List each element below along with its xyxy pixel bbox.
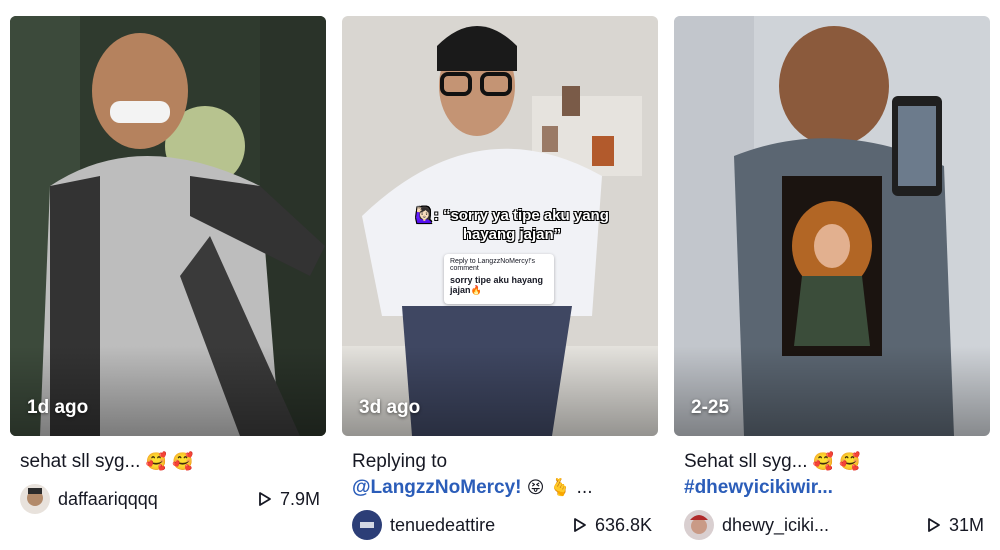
video-meta: tenuedeattire 636.8K [352,509,652,541]
play-icon [259,492,271,506]
avatar[interactable] [20,484,50,514]
video-caption[interactable]: Sehat sll syg... 🥰 🥰 #dhewyicikiwir... [684,449,980,501]
video-overlay-text: 🙋🏻‍♀️: “sorry ya tipe aku yang hayang ja… [415,207,609,243]
video-meta: dhewy_iciki... 31M [684,509,984,541]
video-thumbnail[interactable]: 2-25 [674,16,990,436]
view-count-value: 636.8K [594,514,652,535]
play-icon [928,518,940,532]
video-card-3[interactable]: 2-25 Sehat sll syg... 🥰 🥰 #dhewyicikiwir… [674,16,990,541]
reply-comment-sticker: Reply to LangzzNoMercy!'s comment sorry … [444,254,554,304]
reply-text: sorry tipe aku hayang jajan🔥 [450,275,544,295]
video-thumbnail[interactable]: 🙋🏻‍♀️: “sorry ya tipe aku yang hayang ja… [342,16,658,436]
view-count: 7.9M [258,489,320,510]
caption-emoji: 😝 🫰 ... [526,478,593,498]
caption-text: Sehat sll syg... [684,451,808,472]
video-date: 2-25 [691,397,730,418]
avatar[interactable] [352,510,382,540]
avatar[interactable] [684,510,714,540]
caption-emoji: 🥰 🥰 [145,452,194,472]
video-caption[interactable]: Replying to @LangzzNoMercy! 😝 🫰 ... [352,449,648,501]
caption-text: sehat sll syg... [20,451,141,472]
username[interactable]: tenuedeattire [390,515,573,536]
video-card-1[interactable]: 1d ago sehat sll syg... 🥰 🥰 daffaariqqqq… [10,16,326,515]
video-date: 3d ago [359,397,421,418]
view-count: 31M [927,515,984,536]
video-meta: daffaariqqqq 7.9M [20,483,320,515]
video-card-2[interactable]: 🙋🏻‍♀️: “sorry ya tipe aku yang hayang ja… [342,16,658,541]
caption-mention[interactable]: @LangzzNoMercy! [352,477,522,498]
video-date: 1d ago [27,397,89,418]
caption-text: Replying to [352,451,448,472]
caption-emoji: 🥰 🥰 [812,452,861,472]
username[interactable]: dhewy_iciki... [722,515,927,536]
view-count: 636.8K [573,515,652,536]
caption-hashtag[interactable]: #dhewyicikiwir... [684,475,980,501]
username[interactable]: daffaariqqqq [58,489,258,510]
view-count-value: 31M [948,514,984,535]
video-thumbnail[interactable]: 1d ago [10,16,326,436]
play-icon [574,518,586,532]
view-count-value: 7.9M [279,488,320,509]
video-caption[interactable]: sehat sll syg... 🥰 🥰 [20,449,316,475]
reply-header: Reply to LangzzNoMercy!'s comment [450,258,535,272]
